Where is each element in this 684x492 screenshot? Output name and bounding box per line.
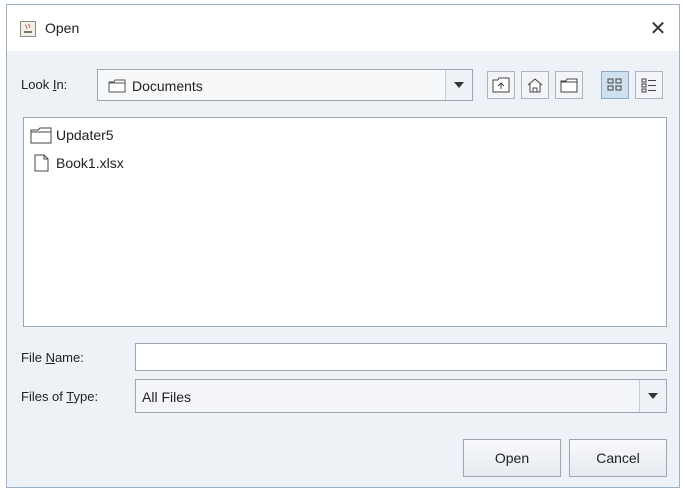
- new-folder-icon: [560, 78, 578, 93]
- home-button[interactable]: [521, 71, 549, 99]
- list-item-folder[interactable]: Updater5: [30, 124, 114, 146]
- open-button[interactable]: Open: [463, 439, 561, 477]
- list-view-button[interactable]: [601, 71, 629, 99]
- look-in-value: Documents: [132, 78, 203, 94]
- new-folder-button[interactable]: [555, 71, 583, 99]
- home-icon: [527, 78, 543, 93]
- close-icon[interactable]: ✕: [650, 16, 667, 41]
- list-view-icon: [607, 78, 622, 91]
- chevron-down-icon: [454, 82, 464, 88]
- java-app-icon: [20, 21, 36, 37]
- cancel-button[interactable]: Cancel: [569, 439, 667, 477]
- files-of-type-value: All Files: [142, 389, 192, 405]
- file-name-label: File Name:: [21, 350, 84, 365]
- folder-icon: [108, 79, 126, 96]
- details-view-button[interactable]: [635, 71, 663, 99]
- title-bar: Open ✕: [7, 5, 679, 51]
- look-in-dropdown-arrow[interactable]: [445, 70, 472, 100]
- chevron-down-icon: [648, 393, 658, 399]
- look-in-label: Look In:: [21, 77, 68, 92]
- file-name-field[interactable]: [135, 343, 667, 371]
- up-one-level-button[interactable]: [487, 71, 515, 99]
- document-icon: [34, 154, 49, 172]
- files-of-type-dropdown-arrow[interactable]: [639, 380, 666, 412]
- look-in-combobox[interactable]: Documents: [97, 69, 473, 101]
- folder-icon: [30, 127, 52, 144]
- files-of-type-combobox[interactable]: All Files: [135, 379, 667, 413]
- window-title: Open: [45, 20, 80, 36]
- file-name: Book1.xlsx: [56, 155, 124, 171]
- file-name: Updater5: [56, 127, 114, 143]
- files-of-type-label: Files of Type:: [21, 389, 99, 404]
- list-item-file[interactable]: Book1.xlsx: [30, 152, 124, 174]
- file-list[interactable]: Updater5 Book1.xlsx: [23, 117, 667, 327]
- details-view-icon: [641, 78, 656, 93]
- close-button[interactable]: ✕: [643, 13, 673, 43]
- up-one-level-icon: [492, 77, 510, 93]
- open-dialog: Open ✕ Look In: Documents Updater5 Book1…: [6, 4, 680, 488]
